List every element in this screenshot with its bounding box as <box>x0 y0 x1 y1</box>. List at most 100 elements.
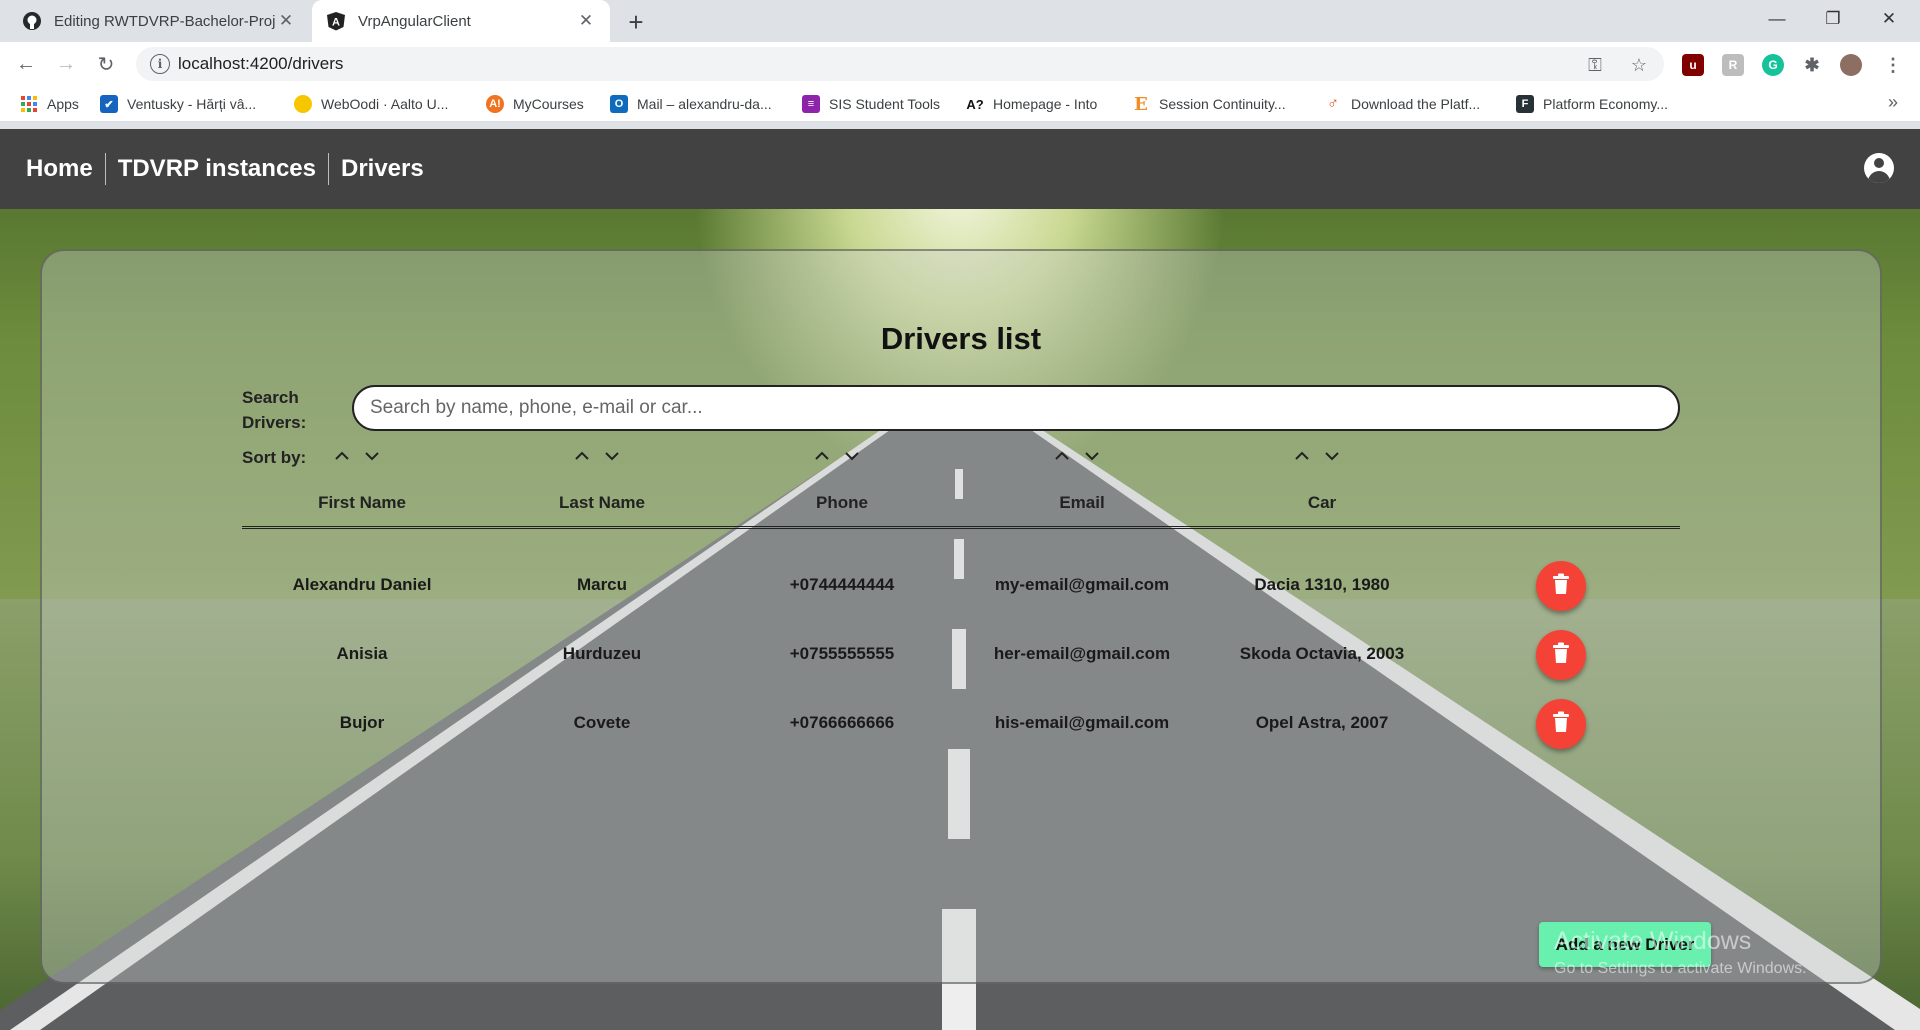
delete-driver-button[interactable] <box>1536 630 1586 680</box>
cell-phone: +0744444444 <box>789 575 895 594</box>
extension-icon[interactable]: R <box>1722 54 1744 76</box>
sort-controls-first-name <box>332 447 382 465</box>
bookmark-apps[interactable]: Apps <box>20 86 79 122</box>
bookmark-mycourses[interactable]: A! MyCourses <box>486 86 584 122</box>
windows-activation-watermark: Activate Windows Go to Settings to activ… <box>1554 927 1807 978</box>
cell-last-name: Marcu <box>576 575 628 594</box>
cell-last-name: Covete <box>573 713 631 732</box>
sort-controls-email <box>1052 447 1102 465</box>
minimize-button[interactable]: — <box>1750 0 1804 38</box>
sis-icon: ≡ <box>802 95 820 113</box>
bookmark-mail[interactable]: O Mail – alexandru-da... <box>610 86 772 122</box>
page-title: Drivers list <box>880 321 1042 356</box>
puzzle-icon[interactable]: ✱ <box>1801 54 1823 76</box>
cell-phone: +0755555555 <box>789 644 895 663</box>
bookmark-label: WebOodi · Aalto U... <box>321 96 449 112</box>
session-icon: E <box>1134 93 1148 115</box>
github-icon <box>22 11 42 31</box>
page: Home TDVRP instances Drivers Drivers lis… <box>0 129 1920 1030</box>
sort-descending-icon[interactable] <box>1322 447 1342 465</box>
delete-driver-button[interactable] <box>1536 699 1586 749</box>
header-divider <box>242 526 1680 529</box>
cell-first-name: Bujor <box>339 713 385 732</box>
sort-ascending-icon[interactable] <box>572 447 592 465</box>
bookmark-download-platform[interactable]: ♂ Download the Platf... <box>1324 86 1480 122</box>
ventusky-icon: ✔ <box>100 95 118 113</box>
address-bar[interactable]: i localhost:4200/drivers ⚿ ☆ <box>136 47 1664 81</box>
into-icon: A? <box>966 96 984 112</box>
column-header-email: Email <box>1059 493 1105 512</box>
sort-ascending-icon[interactable] <box>1292 447 1312 465</box>
bookmarks-overflow-icon[interactable]: » <box>1888 92 1898 113</box>
download-platform-icon: ♂ <box>1327 95 1339 112</box>
outlook-icon: O <box>610 95 628 113</box>
sort-ascending-icon[interactable] <box>812 447 832 465</box>
close-icon[interactable]: ✕ <box>576 11 596 31</box>
sort-descending-icon[interactable] <box>362 447 382 465</box>
nav-drivers[interactable]: Drivers <box>329 153 436 185</box>
tab-strip: Editing RWTDVRP-Bachelor-Proje ✕ A VrpAn… <box>0 0 1920 42</box>
key-icon[interactable]: ⚿ <box>1584 54 1606 76</box>
sort-descending-icon[interactable] <box>842 447 862 465</box>
cell-first-name: Anisia <box>336 644 388 663</box>
sort-descending-icon[interactable] <box>602 447 622 465</box>
svg-text:A: A <box>332 17 340 29</box>
trash-icon <box>1551 711 1571 738</box>
table-row: Bujor Covete +0766666666 his-email@gmail… <box>42 699 1880 749</box>
profile-avatar[interactable] <box>1840 54 1862 76</box>
reload-button[interactable]: ↻ <box>92 50 120 78</box>
bookmark-sis[interactable]: ≡ SIS Student Tools <box>802 86 940 122</box>
cell-phone: +0766666666 <box>789 713 895 732</box>
bookmark-platform-economy[interactable]: F Platform Economy... <box>1516 86 1668 122</box>
bookmark-weboodi[interactable]: WebOodi · Aalto U... <box>294 86 448 122</box>
back-button[interactable]: ← <box>12 50 40 78</box>
info-icon[interactable]: i <box>150 54 170 74</box>
nav-tdvrp-instances[interactable]: TDVRP instances <box>106 153 328 185</box>
cell-first-name: Alexandru Daniel <box>292 575 432 594</box>
bookmark-into[interactable]: A? Homepage - Into <box>966 86 1097 122</box>
close-icon[interactable]: ✕ <box>276 11 296 31</box>
column-header-car: Car <box>1307 493 1337 512</box>
sort-ascending-icon[interactable] <box>332 447 352 465</box>
account-circle-icon[interactable] <box>1864 153 1894 183</box>
forward-button[interactable]: → <box>52 50 80 78</box>
tab-github[interactable]: Editing RWTDVRP-Bachelor-Proje ✕ <box>8 0 310 42</box>
delete-driver-button[interactable] <box>1536 561 1586 611</box>
grammarly-icon[interactable]: G <box>1762 54 1784 76</box>
table-row: Alexandru Daniel Marcu +0744444444 my-em… <box>42 561 1880 611</box>
new-tab-button[interactable]: + <box>622 7 650 37</box>
bookmark-label: Mail – alexandru-da... <box>637 96 772 112</box>
bookmark-session[interactable]: E Session Continuity... <box>1132 86 1285 122</box>
bookmarks-bar: Apps ✔ Ventusky - Hărți vâ... WebOodi · … <box>0 86 1920 122</box>
tab-title: Editing RWTDVRP-Bachelor-Proje <box>54 12 276 30</box>
cell-car: Skoda Octavia, 2003 <box>1239 644 1405 663</box>
platform-economy-icon: F <box>1516 95 1534 113</box>
search-input[interactable] <box>352 385 1680 431</box>
cell-email: his-email@gmail.com <box>994 713 1170 732</box>
sort-ascending-icon[interactable] <box>1052 447 1072 465</box>
close-window-button[interactable]: ✕ <box>1862 0 1916 38</box>
watermark-title: Activate Windows <box>1554 927 1752 955</box>
star-icon[interactable]: ☆ <box>1628 54 1650 76</box>
drivers-card: Drivers list Search Drivers: Sort by: Fi… <box>40 249 1882 984</box>
sort-descending-icon[interactable] <box>1082 447 1102 465</box>
nav-home[interactable]: Home <box>26 153 105 185</box>
table-row: Anisia Hurduzeu +0755555555 her-email@gm… <box>42 630 1880 680</box>
cell-email: my-email@gmail.com <box>994 575 1170 594</box>
sort-controls-car <box>1292 447 1342 465</box>
column-header-phone: Phone <box>816 493 868 512</box>
bookmark-label: Platform Economy... <box>1543 96 1669 112</box>
ublock-icon[interactable]: u <box>1682 54 1704 76</box>
browser-toolbar: ← → ↻ i localhost:4200/drivers ⚿ ☆ u R G… <box>0 42 1920 86</box>
menu-dots-icon[interactable]: ⋮ <box>1882 54 1904 76</box>
restore-button[interactable]: ❐ <box>1806 0 1860 38</box>
tab-vrpangularclient[interactable]: A VrpAngularClient ✕ <box>312 0 610 42</box>
sort-controls-phone <box>812 447 862 465</box>
bookmark-label: Ventusky - Hărți vâ... <box>127 96 257 112</box>
bookmark-ventusky[interactable]: ✔ Ventusky - Hărți vâ... <box>100 86 256 122</box>
column-header-first-name: First Name <box>318 493 406 512</box>
trash-icon <box>1551 573 1571 600</box>
url-text[interactable]: localhost:4200/drivers <box>178 54 343 74</box>
watermark-subtitle: Go to Settings to activate Windows. <box>1554 960 1807 977</box>
tab-title: VrpAngularClient <box>358 12 471 30</box>
